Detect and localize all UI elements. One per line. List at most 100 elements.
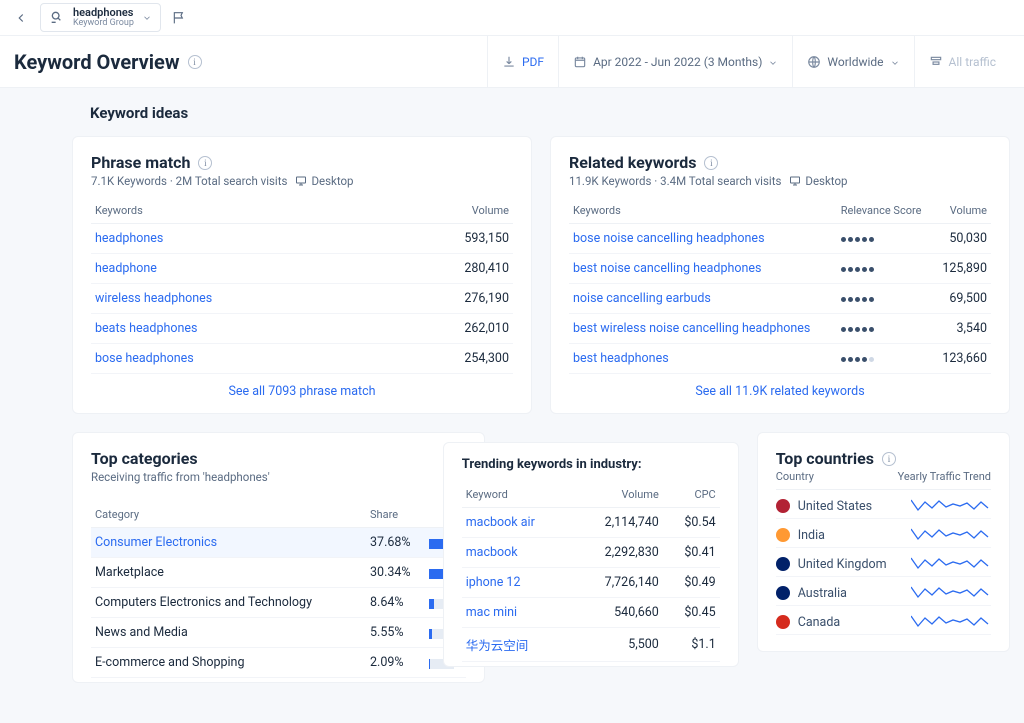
share-value: 2.09%: [366, 648, 425, 678]
keyword-link[interactable]: headphone: [91, 254, 388, 284]
country-row[interactable]: United States: [776, 490, 991, 519]
keyword-link[interactable]: macbook: [462, 538, 573, 568]
col-volume: Volume: [934, 198, 991, 224]
table-row: headphones593,150: [91, 224, 513, 254]
country-name: United States: [798, 499, 872, 514]
phrase-match-title: Phrase match: [91, 153, 190, 172]
keyword-link[interactable]: bose headphones: [91, 344, 388, 374]
volume-value: 123,660: [934, 344, 991, 374]
table-row: noise cancelling earbuds 69,500: [569, 284, 991, 314]
export-pdf-button[interactable]: PDF: [487, 36, 558, 87]
globe-icon: [807, 55, 821, 69]
table-row: best noise cancelling headphones125,890: [569, 254, 991, 284]
share-value: 30.34%: [366, 558, 425, 588]
desktop-icon: [295, 175, 307, 187]
bookmark-icon[interactable]: [171, 10, 187, 26]
keyword-group-name: headphones: [73, 7, 134, 19]
keyword-link[interactable]: iphone 12: [462, 568, 573, 598]
category-name: Computers Electronics and Technology: [91, 588, 366, 618]
page-title: Keyword Overview i: [14, 50, 202, 74]
info-icon[interactable]: i: [882, 452, 896, 466]
volume-value: 7,726,140: [573, 568, 663, 598]
col-country: Country: [776, 470, 814, 483]
relevance-dots: [841, 237, 874, 242]
see-all-phrase-match[interactable]: See all 7093 phrase match: [91, 374, 513, 399]
info-icon[interactable]: i: [198, 156, 212, 170]
keyword-link[interactable]: noise cancelling earbuds: [569, 284, 837, 314]
volume-value: 262,010: [388, 314, 513, 344]
relevance-dots: [841, 327, 874, 332]
volume-value: 2,292,830: [573, 538, 663, 568]
volume-value: 3,540: [934, 314, 991, 344]
country-row[interactable]: United Kingdom: [776, 548, 991, 577]
sparkline: [911, 585, 991, 601]
keyword-link[interactable]: best headphones: [569, 344, 837, 374]
phrase-match-card: Phrase match i 7.1K Keywords · 2M Total …: [72, 136, 532, 414]
category-row[interactable]: Consumer Electronics37.68%: [91, 528, 466, 558]
search-list-icon: [49, 9, 65, 25]
top-categories-card: Top categories Receiving traffic from 'h…: [72, 432, 485, 683]
volume-value: 276,190: [388, 284, 513, 314]
country-row[interactable]: Canada: [776, 606, 991, 635]
info-icon[interactable]: i: [704, 156, 718, 170]
cpc-value: $0.49: [663, 568, 720, 598]
col-relevance: Relevance Score: [837, 198, 934, 224]
trending-keywords-table: Keyword Volume CPC macbook air2,114,740$…: [462, 482, 720, 662]
info-icon[interactable]: i: [188, 55, 202, 69]
table-row: wireless headphones276,190: [91, 284, 513, 314]
cpc-value: $1.1: [663, 628, 720, 662]
volume-value: 69,500: [934, 284, 991, 314]
keyword-link[interactable]: beats headphones: [91, 314, 388, 344]
col-keywords: Keywords: [569, 198, 837, 224]
table-row: beats headphones262,010: [91, 314, 513, 344]
country-row[interactable]: Australia: [776, 577, 991, 606]
volume-value: 2,114,740: [573, 508, 663, 538]
category-row[interactable]: Computers Electronics and Technology8.64…: [91, 588, 466, 618]
top-countries-card: Top countries i Country Yearly Traffic T…: [757, 432, 1010, 652]
chevron-down-icon: [890, 57, 900, 67]
cpc-value: $0.41: [663, 538, 720, 568]
category-row[interactable]: E-commerce and Shopping2.09%: [91, 648, 466, 678]
filter-icon: [929, 55, 943, 69]
top-countries-title: Top countries: [776, 449, 874, 468]
region-selector[interactable]: Worldwide: [792, 36, 913, 87]
cpc-value: $0.54: [663, 508, 720, 538]
col-trend: Yearly Traffic Trend: [898, 470, 991, 483]
category-row[interactable]: News and Media5.55%: [91, 618, 466, 648]
top-categories-title: Top categories: [91, 449, 466, 468]
keyword-link[interactable]: best wireless noise cancelling headphone…: [569, 314, 837, 344]
keyword-link[interactable]: headphones: [91, 224, 388, 254]
relevance-dots: [841, 297, 874, 302]
col-keywords: Keywords: [91, 198, 388, 224]
see-all-related[interactable]: See all 11.9K related keywords: [569, 374, 991, 399]
category-row[interactable]: Marketplace30.34%: [91, 558, 466, 588]
related-keywords-table: Keywords Relevance Score Volume bose noi…: [569, 198, 991, 374]
traffic-filter-selector[interactable]: All traffic: [914, 36, 1010, 87]
category-name: Consumer Electronics: [91, 528, 366, 558]
keyword-link[interactable]: macbook air: [462, 508, 573, 538]
chevron-down-icon: [768, 57, 778, 67]
keyword-link[interactable]: best noise cancelling headphones: [569, 254, 837, 284]
date-range-selector[interactable]: Apr 2022 - Jun 2022 (3 Months): [558, 36, 792, 87]
chevron-down-icon: [142, 12, 152, 22]
volume-value: 540,660: [573, 598, 663, 628]
back-button[interactable]: [12, 9, 30, 27]
flag-icon: [776, 499, 790, 513]
country-row[interactable]: India: [776, 519, 991, 548]
top-categories-table: Category Share Consumer Electronics37.68…: [91, 502, 466, 678]
country-name: United Kingdom: [798, 557, 887, 572]
col-category: Category: [91, 502, 366, 528]
flag-icon: [776, 528, 790, 542]
col-keyword: Keyword: [462, 482, 573, 508]
table-row: macbook2,292,830$0.41: [462, 538, 720, 568]
table-row: headphone280,410: [91, 254, 513, 284]
section-title-keyword-ideas: Keyword ideas: [90, 104, 1010, 122]
col-volume: Volume: [388, 198, 513, 224]
category-name: News and Media: [91, 618, 366, 648]
volume-value: 280,410: [388, 254, 513, 284]
keyword-group-selector[interactable]: headphones Keyword Group: [40, 3, 161, 33]
keyword-link[interactable]: wireless headphones: [91, 284, 388, 314]
keyword-link[interactable]: 华为云空间: [462, 628, 573, 662]
keyword-link[interactable]: mac mini: [462, 598, 573, 628]
keyword-link[interactable]: bose noise cancelling headphones: [569, 224, 837, 254]
